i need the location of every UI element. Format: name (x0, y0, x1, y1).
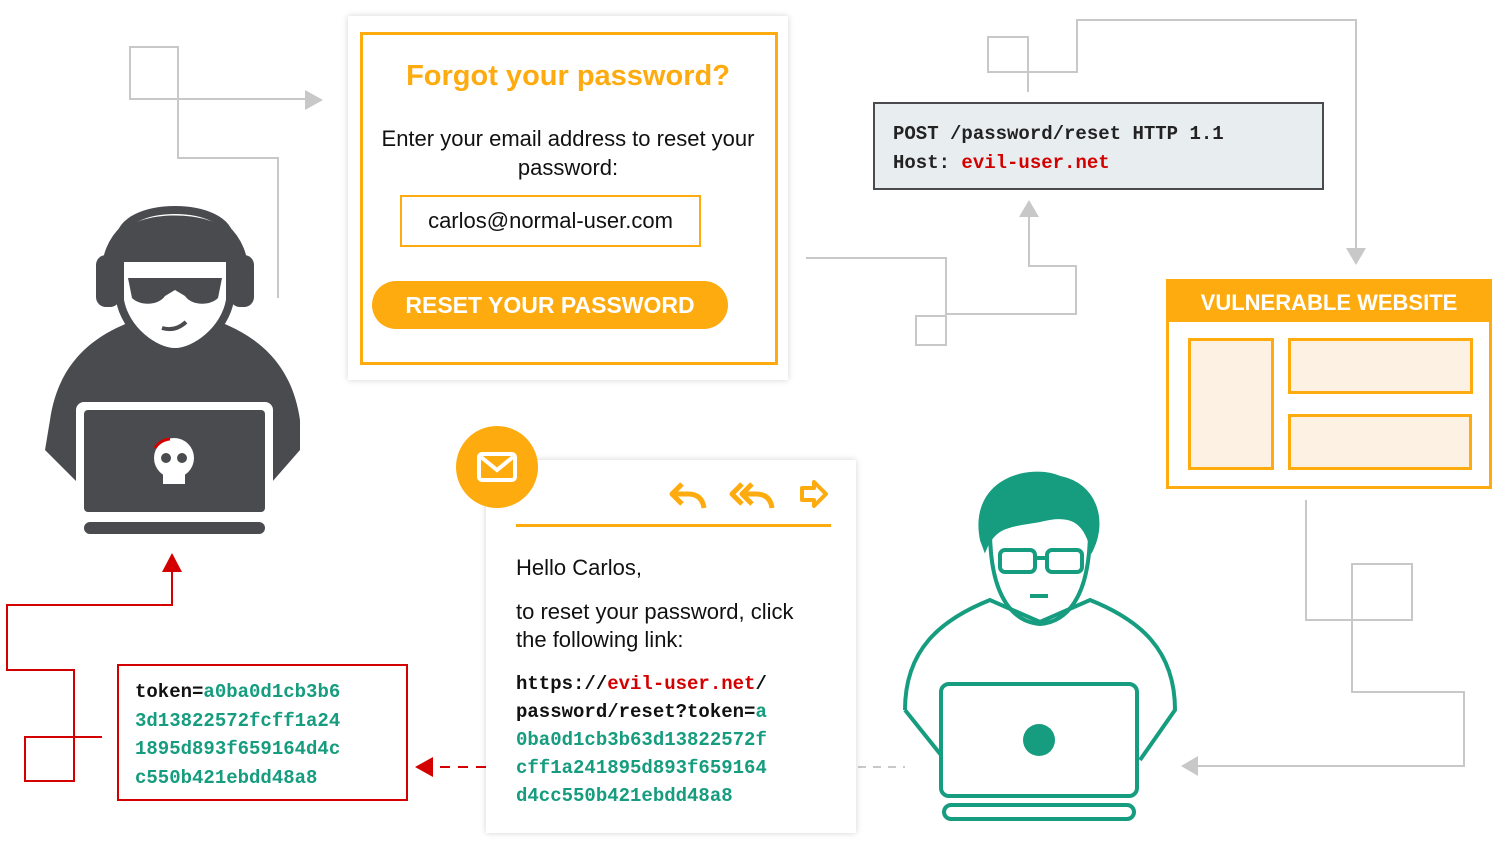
divider (516, 524, 831, 527)
envelope-icon (477, 452, 517, 482)
email-input[interactable]: carlos@normal-user.com (400, 195, 701, 247)
reset-password-button[interactable]: RESET YOUR PASSWORD (372, 281, 728, 329)
website-title: VULNERABLE WEBSITE (1169, 282, 1489, 322)
website-panel (1188, 338, 1274, 470)
email-body: to reset your password, click the follow… (516, 599, 794, 652)
envelope-badge (456, 426, 538, 508)
reply-icon (669, 482, 707, 509)
form-title: Forgot your password? (406, 60, 730, 92)
email-greeting: Hello Carlos, (516, 555, 642, 580)
forward-icon (800, 480, 828, 508)
reply-all-icon (729, 482, 775, 509)
victim-figure (903, 471, 1178, 821)
website-panel (1288, 414, 1472, 470)
email-message: Hello Carlos, to reset your password, cl… (486, 460, 856, 833)
vulnerable-website: VULNERABLE WEBSITE (1166, 279, 1492, 489)
website-panel (1288, 338, 1473, 394)
http-request: POST /password/reset HTTP 1.1 Host: evil… (873, 102, 1324, 190)
token-label: token= (135, 681, 204, 703)
reset-link[interactable]: https://evil-user.net/ password/reset?to… (516, 670, 767, 810)
host-label: Host: (893, 152, 962, 174)
form-instructions: Enter your email address to reset your p… (381, 126, 755, 180)
host-value: evil-user.net (961, 152, 1110, 174)
request-line: POST /password/reset HTTP 1.1 (893, 123, 1224, 145)
email-actions (669, 480, 828, 509)
link-host: evil-user.net (607, 673, 756, 695)
link-scheme: https:// (516, 673, 608, 695)
stolen-token: token=a0ba0d1cb3b6 3d13822572fcff1a24 18… (117, 664, 408, 801)
forgot-password-form: Forgot your password? Enter your email a… (348, 16, 788, 380)
attacker-figure (45, 206, 300, 534)
